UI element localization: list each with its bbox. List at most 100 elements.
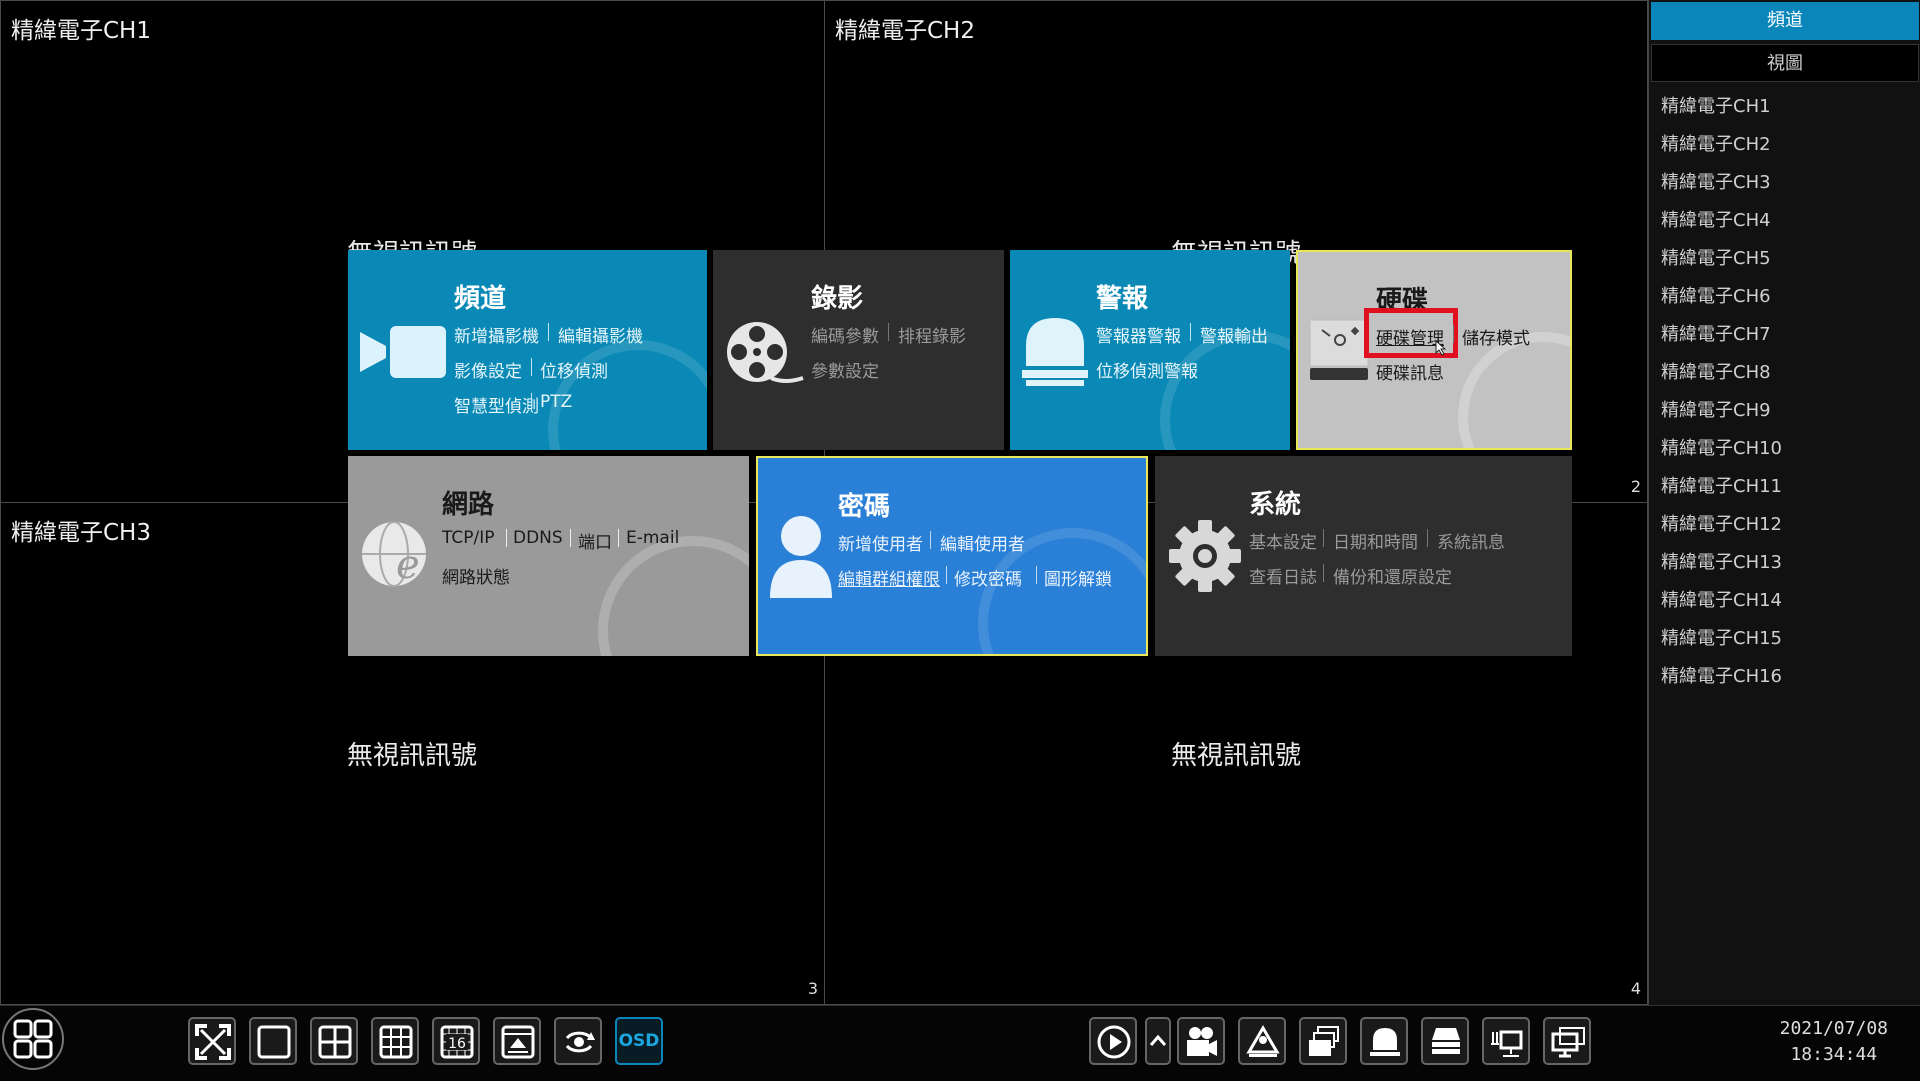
link-schedule-record[interactable]: 排程錄影 (898, 322, 966, 347)
link-edit-group-permissions[interactable]: 編輯群組權限 (838, 565, 940, 590)
channel-list-item[interactable]: 精緯電子CH11 (1649, 468, 1920, 506)
alarm-light-icon (1370, 1028, 1400, 1056)
link-basic-settings[interactable]: 基本設定 (1249, 528, 1317, 553)
menu-tile-password[interactable]: 密碼 新增使用者 編輯使用者 編輯群組權限 修改密碼 圖形解鎖 (756, 456, 1148, 656)
pip-view-icon (501, 1025, 535, 1059)
channel-list-item[interactable]: 精緯電子CH7 (1649, 316, 1920, 354)
channel-list-item[interactable]: 精緯電子CH13 (1649, 544, 1920, 582)
link-ptz[interactable]: PTZ (540, 392, 572, 412)
channel-list-item[interactable]: 精緯電子CH3 (1649, 164, 1920, 202)
playback-button[interactable] (1089, 1017, 1137, 1065)
link-tcpip[interactable]: TCP/IP (442, 528, 495, 548)
link-motion-detection[interactable]: 位移偵測 (540, 357, 608, 382)
link-smart-detection[interactable]: 智慧型偵測 (454, 392, 539, 417)
link-sensor-alarm[interactable]: 警報器警報 (1096, 322, 1181, 347)
link-view-log[interactable]: 查看日誌 (1249, 563, 1317, 588)
channel-list-item[interactable]: 精緯電子CH8 (1649, 354, 1920, 392)
layout-1-button[interactable] (249, 1017, 297, 1065)
disk-status-button[interactable] (1421, 1017, 1469, 1065)
link-image-settings[interactable]: 影像設定 (454, 357, 522, 382)
link-add-camera[interactable]: 新增攝影機 (454, 322, 539, 347)
playback-options-button[interactable] (1145, 1017, 1171, 1065)
channel-list-item[interactable]: 精緯電子CH10 (1649, 430, 1920, 468)
nine-view-icon (379, 1025, 413, 1059)
menu-tile-record[interactable]: 錄影 編碼參數 排程錄影 參數設定 (713, 250, 1004, 450)
tile-title: 頻道 (454, 284, 507, 314)
channel-list-item[interactable]: 精緯電子CH4 (1649, 202, 1920, 240)
decor-swirl (1160, 330, 1290, 450)
link-pattern-unlock[interactable]: 圖形解鎖 (1044, 565, 1112, 590)
channel-list-item[interactable]: 精緯電子CH12 (1649, 506, 1920, 544)
menu-tile-alarm[interactable]: 警報 警報器警報 警報輸出 位移偵測警報 (1010, 250, 1290, 450)
link-date-time[interactable]: 日期和時間 (1333, 528, 1418, 553)
link-backup-restore[interactable]: 備份和還原設定 (1333, 563, 1452, 588)
link-param-settings[interactable]: 參數設定 (811, 357, 879, 382)
channel-list-item[interactable]: 精緯電子CH16 (1649, 658, 1920, 696)
alarm-status-button[interactable] (1360, 1017, 1408, 1065)
sequence-button[interactable] (554, 1017, 602, 1065)
manual-snapshot-button[interactable] (1238, 1017, 1286, 1065)
separator (946, 566, 947, 584)
channel-list-item[interactable]: 精緯電子CH2 (1649, 126, 1920, 164)
single-view-icon (257, 1025, 291, 1059)
link-edit-user[interactable]: 編輯使用者 (940, 530, 1025, 555)
channel-list-item[interactable]: 精緯電子CH15 (1649, 620, 1920, 658)
channel-list-item[interactable]: 精緯電子CH6 (1649, 278, 1920, 316)
link-network-status[interactable]: 網路狀態 (442, 563, 510, 588)
tile-title: 密碼 (838, 492, 891, 522)
display-settings-button[interactable] (1543, 1017, 1591, 1065)
menu-tile-network[interactable]: e 網路 TCP/IP DDNS 端口 E-mail 網路狀態 (348, 456, 749, 656)
channel-list-item[interactable]: 精緯電子CH5 (1649, 240, 1920, 278)
channel-list: 精緯電子CH1 精緯電子CH2 精緯電子CH3 精緯電子CH4 精緯電子CH5 … (1649, 88, 1920, 696)
separator (506, 529, 507, 547)
link-edit-camera[interactable]: 編輯攝影機 (558, 322, 643, 347)
camera-icon (360, 326, 446, 378)
link-ddns[interactable]: DDNS (513, 528, 563, 548)
link-system-info[interactable]: 系統訊息 (1437, 528, 1505, 553)
link-port[interactable]: 端口 (578, 528, 612, 553)
link-motion-alarm[interactable]: 位移偵測警報 (1096, 357, 1198, 382)
tile-title: 錄影 (811, 284, 864, 314)
layout-16-button[interactable]: 16 (432, 1017, 480, 1065)
link-alarm-output[interactable]: 警報輸出 (1200, 322, 1268, 347)
manual-record-button[interactable] (1177, 1017, 1225, 1065)
separator (1323, 564, 1324, 582)
channel-list-item[interactable]: 精緯電子CH9 (1649, 392, 1920, 430)
link-change-password[interactable]: 修改密碼 (954, 565, 1022, 590)
no-signal-text: 無視訊訊號 (1171, 741, 1302, 771)
pip-layout-button[interactable] (493, 1017, 541, 1065)
channel-list-item[interactable]: 精緯電子CH1 (1649, 88, 1920, 126)
tab-view[interactable]: 視圖 (1651, 44, 1919, 82)
video-record-icon (1187, 1027, 1217, 1056)
film-reel-icon (727, 322, 804, 383)
separator (531, 393, 532, 411)
link-encode-params[interactable]: 編碼參數 (811, 322, 879, 347)
menu-tile-system[interactable]: 系統 基本設定 日期和時間 系統訊息 查看日誌 備份和還原設定 (1155, 456, 1572, 656)
link-disk-info[interactable]: 硬碟訊息 (1376, 359, 1444, 384)
cursor-icon (1435, 340, 1447, 356)
osd-button[interactable]: OSD (615, 1017, 663, 1065)
link-add-user[interactable]: 新增使用者 (838, 530, 923, 555)
gear-icon (1169, 520, 1241, 592)
link-email[interactable]: E-mail (626, 528, 679, 548)
network-status-button[interactable] (1482, 1017, 1530, 1065)
fullscreen-button[interactable] (188, 1017, 236, 1065)
layout-4-button[interactable] (310, 1017, 358, 1065)
channel-list-item[interactable]: 精緯電子CH14 (1649, 582, 1920, 620)
network-globe-icon: e (362, 521, 426, 588)
play-icon (1097, 1025, 1131, 1059)
osd-label: OSD (618, 1031, 660, 1051)
menu-tile-channel[interactable]: 頻道 新增攝影機 編輯攝影機 影像設定 位移偵測 智慧型偵測 PTZ (348, 250, 707, 450)
clock-date: 2021/07/08 (1779, 1018, 1888, 1039)
link-disk-management[interactable]: 硬碟管理 (1376, 324, 1444, 349)
cell-title: 精緯電子CH3 (11, 520, 151, 546)
layout-9-button[interactable] (371, 1017, 419, 1065)
separator (548, 323, 549, 341)
link-storage-mode[interactable]: 儲存模式 (1462, 324, 1530, 349)
start-menu-button[interactable] (2, 1008, 64, 1070)
tab-channel[interactable]: 頻道 (1651, 2, 1919, 40)
alarm-light-icon (1022, 318, 1088, 386)
image-search-button[interactable] (1299, 1017, 1347, 1065)
menu-tile-disk[interactable]: 硬碟 硬碟管理 儲存模式 硬碟訊息 (1296, 250, 1572, 450)
fullscreen-icon (195, 1024, 231, 1060)
